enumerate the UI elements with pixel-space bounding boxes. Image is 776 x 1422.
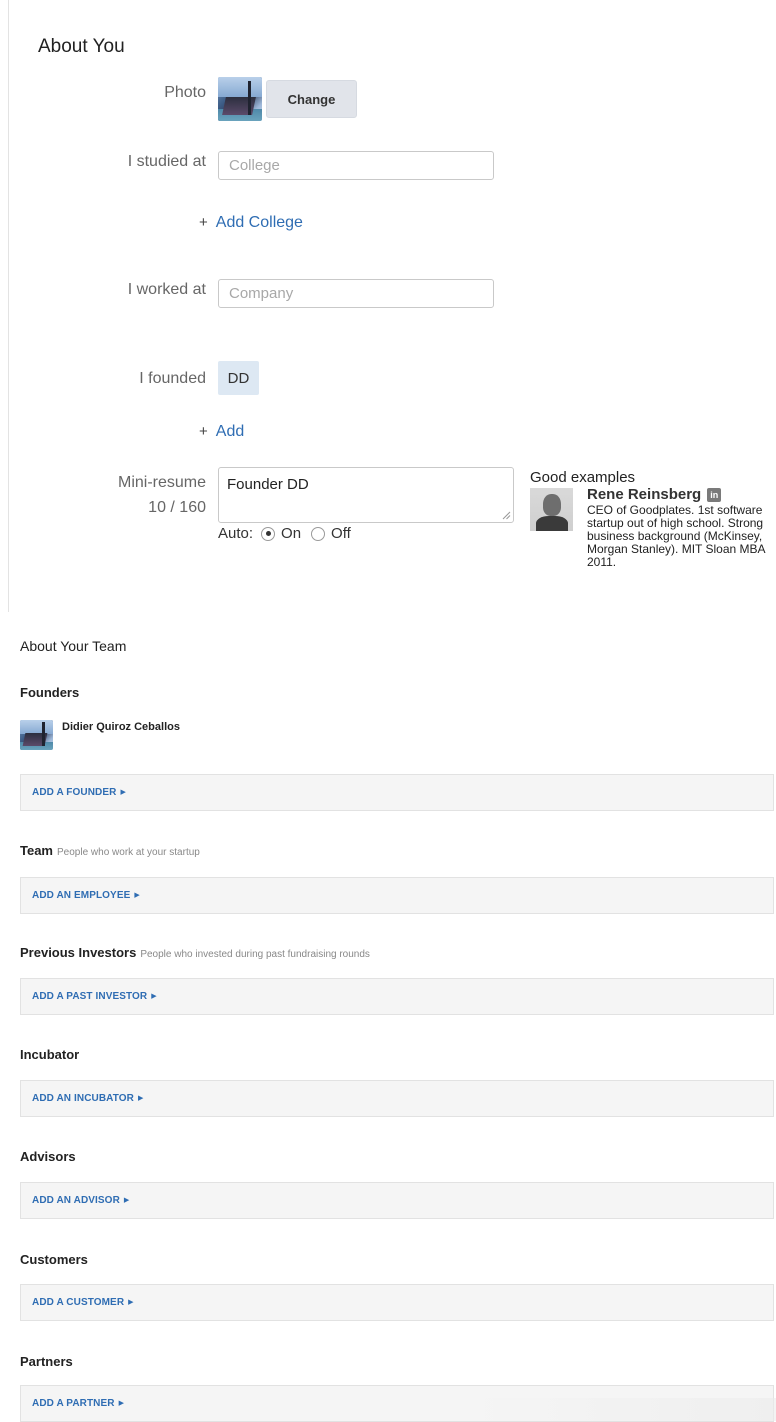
caret-right-icon: ▶: [134, 892, 140, 899]
change-photo-button[interactable]: Change: [266, 80, 357, 118]
example-name: Rene Reinsberg in: [587, 486, 722, 503]
add-customer-link[interactable]: ADD A CUSTOMER ▶: [32, 1297, 134, 1308]
example-avatar: [530, 488, 573, 531]
mini-resume-textarea[interactable]: [218, 467, 514, 523]
add-partner-link[interactable]: ADD A PARTNER ▶: [32, 1398, 124, 1409]
incubator-heading: Incubator: [20, 1047, 80, 1062]
about-team-title: About Your Team: [20, 638, 127, 654]
auto-on-label[interactable]: On: [281, 525, 301, 542]
add-advisor-link[interactable]: ADD AN ADVISOR ▶: [32, 1195, 129, 1206]
add-customer-box: ADD A CUSTOMER ▶: [20, 1284, 774, 1321]
college-input[interactable]: [218, 151, 494, 180]
worked-label: I worked at: [127, 281, 206, 298]
team-heading: Team People who work at your startup: [20, 843, 200, 858]
resize-grip-icon[interactable]: [502, 511, 511, 520]
previous-investors-heading-text: Previous Investors: [20, 945, 137, 960]
example-name-text: Rene Reinsberg: [587, 486, 702, 503]
add-college-row[interactable]: + Add College: [199, 214, 303, 232]
auto-label: Auto:: [218, 525, 254, 542]
founder-name[interactable]: Didier Quiroz Ceballos: [62, 721, 180, 733]
plus-icon: +: [199, 423, 208, 440]
bottom-shadow: [470, 1398, 776, 1421]
add-college-link[interactable]: Add College: [216, 214, 303, 231]
founder-avatar: [20, 720, 53, 750]
mini-resume-counter: 10 / 160: [148, 499, 206, 516]
auto-off-radio[interactable]: [311, 526, 326, 541]
add-incubator-box: ADD AN INCUBATOR ▶: [20, 1080, 774, 1117]
caret-right-icon: ▶: [118, 1400, 125, 1407]
add-incubator-link[interactable]: ADD AN INCUBATOR ▶: [32, 1093, 143, 1104]
caret-right-icon: ▶: [137, 1095, 144, 1102]
founded-tag[interactable]: DD: [218, 361, 259, 395]
caret-right-icon: ▶: [128, 1299, 134, 1306]
mini-resume-label: Mini-resume: [117, 474, 206, 491]
profile-photo: [218, 77, 262, 121]
plus-icon: +: [199, 214, 208, 231]
studied-label: I studied at: [127, 153, 206, 170]
customers-heading: Customers: [20, 1252, 88, 1267]
previous-investors-subtitle: People who invested during past fundrais…: [140, 949, 370, 960]
caret-right-icon: ▶: [123, 1197, 130, 1204]
example-description: CEO of Goodplates. 1st software startup …: [587, 503, 765, 569]
partners-heading: Partners: [20, 1354, 73, 1369]
add-employee-box: ADD AN EMPLOYEE ▶: [20, 877, 774, 914]
company-input[interactable]: [218, 279, 494, 308]
radio-selected-dot: [265, 531, 271, 536]
add-founder-box: ADD A FOUNDER ▶: [20, 774, 774, 811]
about-you-title: About You: [38, 36, 125, 57]
add-past-investor-box: ADD A PAST INVESTOR ▶: [20, 978, 774, 1015]
team-subtitle: People who work at your startup: [57, 847, 200, 858]
add-past-investor-link[interactable]: ADD A PAST INVESTOR ▶: [32, 991, 157, 1002]
linkedin-icon[interactable]: in: [707, 487, 722, 502]
add-advisor-box: ADD AN ADVISOR ▶: [20, 1182, 774, 1219]
previous-investors-heading: Previous Investors People who invested du…: [20, 945, 370, 960]
auto-off-label[interactable]: Off: [331, 525, 351, 542]
good-examples-title: Good examples: [530, 469, 636, 486]
founded-label: I founded: [139, 370, 206, 387]
auto-on-radio[interactable]: [261, 526, 276, 541]
advisors-heading: Advisors: [20, 1149, 76, 1164]
photo-label: Photo: [164, 84, 206, 101]
add-founded-link[interactable]: Add: [216, 423, 244, 440]
add-employee-link[interactable]: ADD AN EMPLOYEE ▶: [32, 890, 140, 901]
founders-heading: Founders: [20, 685, 80, 700]
auto-toggle: Auto: On Off: [218, 525, 351, 542]
add-founded-row[interactable]: + Add: [199, 423, 244, 441]
team-heading-text: Team: [20, 843, 53, 858]
add-founder-link[interactable]: ADD A FOUNDER ▶: [32, 787, 126, 798]
caret-right-icon: ▶: [151, 993, 157, 1000]
caret-right-icon: ▶: [120, 789, 126, 796]
